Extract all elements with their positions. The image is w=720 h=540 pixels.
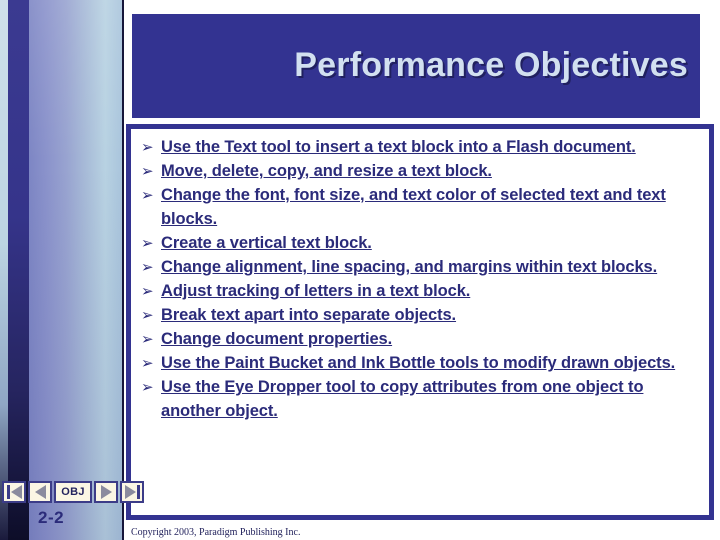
title-banner: Performance Objectives bbox=[132, 14, 700, 118]
objective-text: Break text apart into separate objects. bbox=[161, 306, 457, 324]
list-item: ➢ Change document properties. bbox=[139, 327, 705, 351]
skip-forward-icon bbox=[124, 485, 140, 499]
next-slide-button[interactable] bbox=[94, 481, 118, 503]
objective-text: Change document properties. bbox=[161, 330, 393, 348]
objectives-button[interactable]: OBJ bbox=[54, 481, 92, 503]
objective-text: Change the font, font size, and text col… bbox=[161, 186, 666, 228]
list-item: ➢ Create a vertical text block. bbox=[139, 231, 705, 255]
sidebar-dark-band bbox=[8, 0, 29, 540]
list-item: ➢ Break text apart into separate objects… bbox=[139, 303, 705, 327]
copyright-notice: Copyright 2003, Paradigm Publishing Inc. bbox=[131, 527, 301, 538]
presentation-slide: Performance Objectives ➢ Use the Text to… bbox=[0, 0, 720, 540]
arrow-bullet-icon: ➢ bbox=[141, 162, 154, 180]
sidebar-light-edge bbox=[0, 0, 8, 540]
objectives-list: ➢ Use the Text tool to insert a text blo… bbox=[131, 129, 709, 423]
arrow-bullet-icon: ➢ bbox=[141, 258, 154, 276]
arrow-bullet-icon: ➢ bbox=[141, 186, 154, 204]
list-item: ➢ Use the Eye Dropper tool to copy attri… bbox=[139, 375, 705, 423]
list-item: ➢ Adjust tracking of letters in a text b… bbox=[139, 279, 705, 303]
objective-text: Move, delete, copy, and resize a text bl… bbox=[161, 162, 492, 180]
list-item: ➢ Use the Text tool to insert a text blo… bbox=[139, 135, 705, 159]
slide-number: 2-2 bbox=[38, 508, 65, 527]
objective-text: Create a vertical text block. bbox=[161, 234, 372, 252]
skip-back-icon bbox=[6, 485, 22, 499]
list-item: ➢ Change the font, font size, and text c… bbox=[139, 183, 705, 231]
triangle-right-icon bbox=[100, 485, 112, 499]
bar-glyph bbox=[6, 485, 10, 499]
objective-text: Adjust tracking of letters in a text blo… bbox=[161, 282, 471, 300]
bar-glyph bbox=[136, 485, 140, 499]
triangle-left-glyph bbox=[10, 485, 22, 499]
objectives-content-box: ➢ Use the Text tool to insert a text blo… bbox=[126, 124, 714, 520]
slide-sidebar-decoration bbox=[0, 0, 124, 540]
page-title: Performance Objectives bbox=[294, 46, 688, 85]
objectives-button-label: OBJ bbox=[61, 486, 85, 498]
arrow-bullet-icon: ➢ bbox=[141, 330, 154, 348]
sidebar-gradient-panel bbox=[29, 0, 122, 540]
slide-navigation-bar: OBJ bbox=[2, 481, 144, 503]
arrow-bullet-icon: ➢ bbox=[141, 306, 154, 324]
triangle-left-icon bbox=[34, 485, 46, 499]
sidebar-divider-line bbox=[122, 0, 124, 540]
objective-text: Use the Eye Dropper tool to copy attribu… bbox=[161, 378, 644, 420]
triangle-right-glyph bbox=[124, 485, 136, 499]
last-slide-button[interactable] bbox=[120, 481, 144, 503]
arrow-bullet-icon: ➢ bbox=[141, 378, 154, 396]
first-slide-button[interactable] bbox=[2, 481, 26, 503]
objective-text: Change alignment, line spacing, and marg… bbox=[161, 258, 658, 276]
arrow-bullet-icon: ➢ bbox=[141, 234, 154, 252]
list-item: ➢ Use the Paint Bucket and Ink Bottle to… bbox=[139, 351, 705, 375]
arrow-bullet-icon: ➢ bbox=[141, 282, 154, 300]
objective-text: Use the Paint Bucket and Ink Bottle tool… bbox=[161, 354, 676, 372]
arrow-bullet-icon: ➢ bbox=[141, 138, 154, 156]
list-item: ➢ Change alignment, line spacing, and ma… bbox=[139, 255, 705, 279]
list-item: ➢ Move, delete, copy, and resize a text … bbox=[139, 159, 705, 183]
previous-slide-button[interactable] bbox=[28, 481, 52, 503]
objective-text: Use the Text tool to insert a text block… bbox=[161, 138, 636, 156]
arrow-bullet-icon: ➢ bbox=[141, 354, 154, 372]
